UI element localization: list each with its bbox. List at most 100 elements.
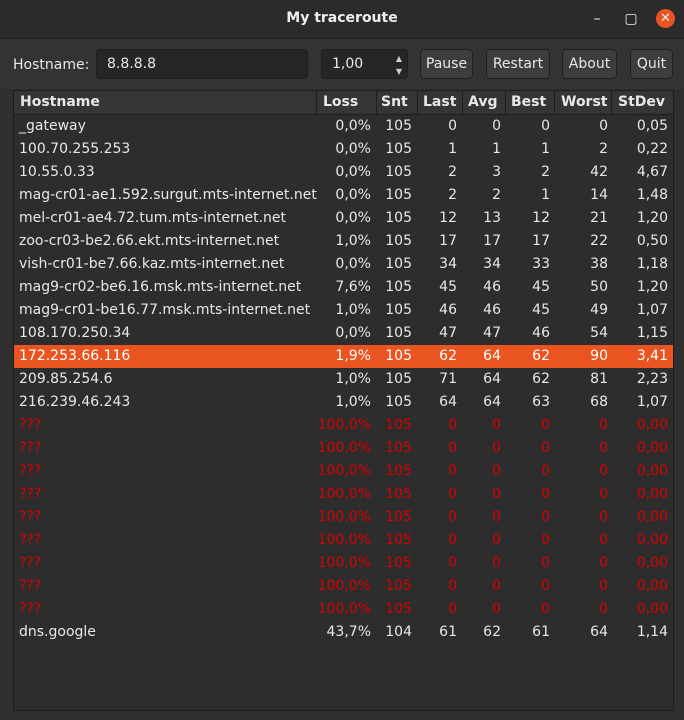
cell-best: 45 [532, 279, 550, 295]
column-header-stdev[interactable]: StDev [618, 94, 665, 110]
cell-avg: 64 [483, 371, 501, 387]
table-row[interactable]: _gateway 0,0% 105 0 0 0 0 0,05 [14, 115, 673, 138]
cell-best: 0 [541, 509, 550, 525]
cell-stdev: 0,00 [636, 463, 668, 479]
table-row[interactable]: 172.253.66.116 1,9% 105 62 64 62 90 3,41 [14, 345, 673, 368]
column-header-avg[interactable]: Avg [468, 94, 497, 110]
hostname-input[interactable] [96, 49, 308, 79]
cell-avg: 64 [483, 348, 501, 364]
table-row[interactable]: mel-cr01-ae4.72.tum.mts-internet.net 0,0%… [14, 207, 673, 230]
column-header-best[interactable]: Best [511, 94, 546, 110]
cell-hostname: ??? [19, 601, 42, 617]
cell-avg: 1 [492, 141, 501, 157]
table-row[interactable]: ??? 100,0% 105 0 0 0 0 0,00 [14, 437, 673, 460]
about-button[interactable]: About [562, 49, 617, 79]
column-divider[interactable] [316, 91, 317, 114]
table-row[interactable]: 216.239.46.243 1,0% 105 64 64 63 68 1,07 [14, 391, 673, 414]
table-row[interactable]: ??? 100,0% 105 0 0 0 0 0,00 [14, 414, 673, 437]
cell-avg: 0 [492, 440, 501, 456]
spin-down-icon[interactable]: ▼ [392, 65, 406, 78]
pause-button[interactable]: Pause [420, 49, 473, 79]
cell-avg: 46 [483, 279, 501, 295]
cell-avg: 0 [492, 555, 501, 571]
cell-loss: 1,0% [335, 302, 371, 318]
table-row[interactable]: mag-cr01-ae1.592.surgut.mts-internet.net… [14, 184, 673, 207]
cell-snt: 105 [385, 233, 412, 249]
cell-snt: 105 [385, 187, 412, 203]
cell-stdev: 0,50 [636, 233, 668, 249]
column-header-loss[interactable]: Loss [323, 94, 358, 110]
column-header-worst[interactable]: Worst [561, 94, 608, 110]
cell-best: 0 [541, 578, 550, 594]
window-title: My traceroute [286, 10, 398, 26]
cell-loss: 100,0% [317, 578, 371, 594]
table-row[interactable]: 10.55.0.33 0,0% 105 2 3 2 42 4,67 [14, 161, 673, 184]
cell-hostname: 209.85.254.6 [19, 371, 113, 387]
table-row[interactable]: mag9-cr02-be6.16.msk.mts-internet.net 7,6… [14, 276, 673, 299]
cell-avg: 0 [492, 509, 501, 525]
column-header-last[interactable]: Last [423, 94, 456, 110]
cell-worst: 42 [590, 164, 608, 180]
table-row[interactable]: ??? 100,0% 105 0 0 0 0 0,00 [14, 529, 673, 552]
interval-spinbox[interactable]: 1,00 ▲ ▼ [321, 49, 408, 79]
column-divider[interactable] [462, 91, 463, 114]
column-divider[interactable] [554, 91, 555, 114]
cell-last: 2 [448, 164, 457, 180]
quit-button[interactable]: Quit [630, 49, 673, 79]
cell-last: 1 [448, 141, 457, 157]
table-row[interactable]: ??? 100,0% 105 0 0 0 0 0,00 [14, 506, 673, 529]
cell-hostname: mag9-cr02-be6.16.msk.mts-internet.net [19, 279, 302, 295]
cell-best: 61 [532, 624, 550, 640]
cell-avg: 0 [492, 486, 501, 502]
table-row[interactable]: 108.170.250.34 0,0% 105 47 47 46 54 1,15 [14, 322, 673, 345]
restart-button[interactable]: Restart [486, 49, 550, 79]
table-row[interactable]: 209.85.254.6 1,0% 105 71 64 62 81 2,23 [14, 368, 673, 391]
cell-hostname: zoo-cr03-be2.66.ekt.mts-internet.net [19, 233, 280, 249]
cell-last: 0 [448, 532, 457, 548]
table-row[interactable]: vish-cr01-be7.66.kaz.mts-internet.net 0,0… [14, 253, 673, 276]
cell-worst: 81 [590, 371, 608, 387]
cell-worst: 0 [599, 118, 608, 134]
table-row[interactable]: ??? 100,0% 105 0 0 0 0 0,00 [14, 598, 673, 621]
title-bar[interactable]: My traceroute – ▢ ✕ [0, 0, 684, 39]
cell-avg: 0 [492, 463, 501, 479]
minimize-icon[interactable]: – [588, 10, 606, 28]
table-row[interactable]: dns.google 43,7% 104 61 62 61 64 1,14 [14, 621, 673, 644]
table-row[interactable]: ??? 100,0% 105 0 0 0 0 0,00 [14, 460, 673, 483]
column-header-snt[interactable]: Snt [381, 94, 408, 110]
cell-loss: 100,0% [317, 532, 371, 548]
cell-last: 0 [448, 601, 457, 617]
close-icon[interactable]: ✕ [656, 9, 675, 28]
maximize-icon[interactable]: ▢ [622, 10, 640, 28]
cell-hostname: _gateway [19, 118, 86, 134]
table-row[interactable]: ??? 100,0% 105 0 0 0 0 0,00 [14, 575, 673, 598]
cell-stdev: 3,41 [636, 348, 668, 364]
table-row[interactable]: ??? 100,0% 105 0 0 0 0 0,00 [14, 483, 673, 506]
column-divider[interactable] [376, 91, 377, 114]
column-divider[interactable] [505, 91, 506, 114]
cell-loss: 0,0% [335, 187, 371, 203]
column-header-hostname[interactable]: Hostname [20, 94, 100, 110]
cell-snt: 105 [385, 371, 412, 387]
cell-best: 2 [541, 164, 550, 180]
cell-snt: 105 [385, 440, 412, 456]
table-row[interactable]: zoo-cr03-be2.66.ekt.mts-internet.net 1,0%… [14, 230, 673, 253]
table-row[interactable]: mag9-cr01-be16.77.msk.mts-internet.net 1,… [14, 299, 673, 322]
cell-loss: 0,0% [335, 256, 371, 272]
cell-loss: 7,6% [335, 279, 371, 295]
cell-snt: 105 [385, 509, 412, 525]
results-table[interactable]: Hostname Loss Snt Last Avg Best Worst St… [13, 90, 674, 711]
table-row[interactable]: ??? 100,0% 105 0 0 0 0 0,00 [14, 552, 673, 575]
cell-stdev: 0,00 [636, 486, 668, 502]
cell-loss: 100,0% [317, 486, 371, 502]
column-divider[interactable] [611, 91, 612, 114]
column-divider[interactable] [417, 91, 418, 114]
cell-loss: 100,0% [317, 440, 371, 456]
table-row[interactable]: 100.70.255.253 0,0% 105 1 1 1 2 0,22 [14, 138, 673, 161]
cell-best: 0 [541, 463, 550, 479]
interval-value[interactable]: 1,00 [332, 56, 363, 72]
spin-up-icon[interactable]: ▲ [392, 52, 406, 65]
cell-loss: 43,7% [326, 624, 371, 640]
cell-snt: 105 [385, 325, 412, 341]
cell-worst: 0 [599, 532, 608, 548]
